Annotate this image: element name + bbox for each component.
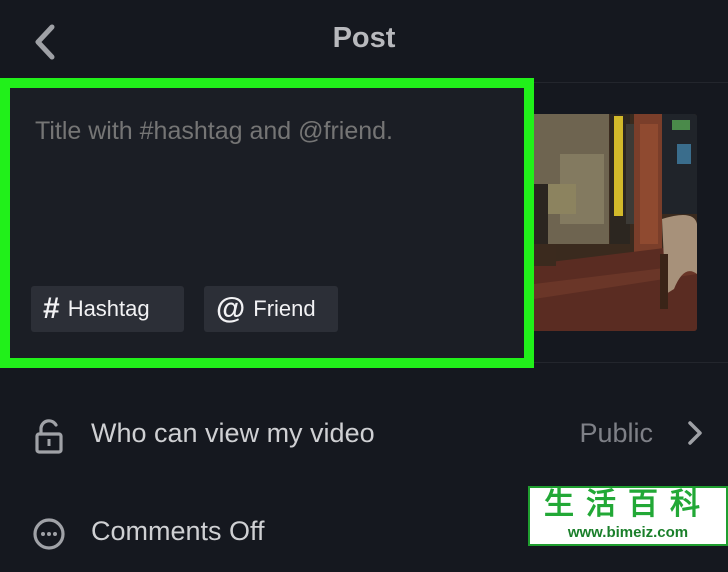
caption-input[interactable] [33,116,507,147]
chevron-right-icon [688,421,702,445]
hashtag-label: Hashtag [67,296,150,321]
privacy-value: Public [579,418,653,448]
page-title: Post [332,22,396,54]
header-bar: Post [0,0,728,82]
hashtag-icon: # [43,292,60,325]
at-icon: @ [216,292,246,325]
privacy-setting-row[interactable]: Who can view my video Public [0,394,728,474]
thumbnail-image [534,114,697,331]
watermark-url: www.bimeiz.com [567,524,689,541]
privacy-label: Who can view my video [91,418,375,448]
watermark-text: 生活百科 [544,488,712,521]
divider [534,362,728,363]
comments-label: Comments Off [91,516,265,546]
watermark-logo: 生活百科 www.bimeiz.com [528,486,728,546]
friend-label: Friend [253,296,316,321]
friend-button[interactable]: @ Friend [204,286,338,332]
comment-icon [33,518,65,550]
hashtag-button[interactable]: # Hashtag [31,286,184,332]
video-thumbnail[interactable] [534,114,697,331]
caption-box: # Hashtag @ Friend [0,78,534,368]
unlock-icon [35,419,63,454]
